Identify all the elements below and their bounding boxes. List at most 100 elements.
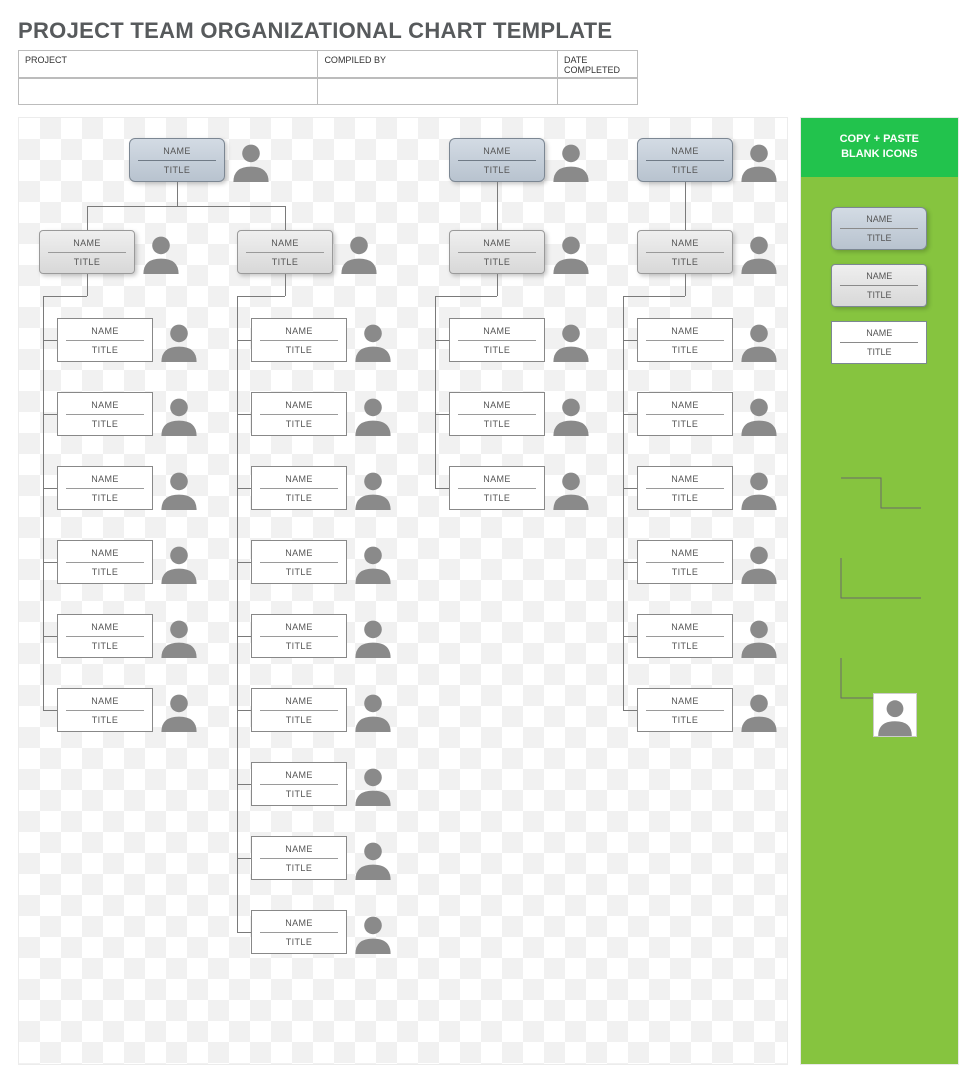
- avatar-template-icon[interactable]: [873, 693, 917, 737]
- connector-line: [685, 274, 686, 296]
- template-name: NAME: [832, 265, 926, 285]
- meta-date-value[interactable]: [558, 78, 637, 104]
- org-chart-canvas[interactable]: NAMETITLENAMETITLENAMETITLENAMETITLENAME…: [18, 117, 788, 1065]
- connector-line: [435, 296, 436, 488]
- org-node[interactable]: NAMETITLE: [251, 466, 395, 510]
- org-node[interactable]: NAMETITLE: [637, 230, 781, 274]
- connector-line: [435, 340, 449, 341]
- node-title: TITLE: [260, 710, 338, 731]
- person-icon: [157, 540, 201, 584]
- org-node[interactable]: NAMETITLE: [129, 138, 273, 182]
- org-node[interactable]: NAMETITLE: [449, 318, 593, 362]
- node-title: TITLE: [646, 414, 724, 435]
- node-name: NAME: [252, 542, 346, 562]
- connector-line: [43, 562, 57, 563]
- node-name: NAME: [252, 912, 346, 932]
- org-node[interactable]: NAMETITLE: [637, 318, 781, 362]
- node-title: TITLE: [260, 414, 338, 435]
- node-title: TITLE: [260, 488, 338, 509]
- person-icon: [737, 466, 781, 510]
- connector-line: [237, 488, 251, 489]
- node-title: TITLE: [48, 252, 126, 273]
- person-icon: [737, 540, 781, 584]
- node-name: NAME: [638, 232, 732, 252]
- org-node[interactable]: NAMETITLE: [237, 230, 381, 274]
- connector-template-icon[interactable]: [831, 468, 931, 518]
- org-node[interactable]: NAMETITLE: [637, 540, 781, 584]
- connector-line: [87, 206, 285, 207]
- org-node[interactable]: NAMETITLE: [251, 910, 395, 954]
- person-icon: [351, 614, 395, 658]
- connector-line: [43, 340, 57, 341]
- org-node[interactable]: NAMETITLE: [637, 392, 781, 436]
- org-node[interactable]: NAMETITLE: [57, 614, 201, 658]
- connector-line: [623, 710, 637, 711]
- meta-compiled-value[interactable]: [318, 78, 557, 104]
- node-title: TITLE: [646, 488, 724, 509]
- connector-line: [43, 296, 44, 710]
- org-node[interactable]: NAMETITLE: [637, 138, 781, 182]
- node-name: NAME: [638, 690, 732, 710]
- connector-line: [237, 932, 251, 933]
- person-icon: [351, 910, 395, 954]
- org-node[interactable]: NAMETITLE: [637, 614, 781, 658]
- org-node[interactable]: NAMETITLE: [57, 392, 201, 436]
- person-icon: [737, 392, 781, 436]
- org-node[interactable]: NAMETITLE: [251, 392, 395, 436]
- node-name: NAME: [638, 320, 732, 340]
- connector-template-icon[interactable]: [831, 548, 931, 608]
- meta-date-label: DATE COMPLETED: [558, 51, 637, 77]
- node-title: TITLE: [458, 340, 536, 361]
- org-node[interactable]: NAMETITLE: [449, 466, 593, 510]
- node-name: NAME: [450, 140, 544, 160]
- person-icon: [737, 688, 781, 732]
- node-name: NAME: [638, 616, 732, 636]
- org-node[interactable]: NAMETITLE: [57, 540, 201, 584]
- person-icon: [157, 466, 201, 510]
- template-card-mid[interactable]: NAME TITLE: [831, 264, 927, 307]
- page-title: PROJECT TEAM ORGANIZATIONAL CHART TEMPLA…: [18, 18, 959, 44]
- connector-line: [435, 296, 497, 297]
- org-node[interactable]: NAMETITLE: [57, 318, 201, 362]
- org-node[interactable]: NAMETITLE: [449, 392, 593, 436]
- connector-line: [43, 414, 57, 415]
- org-node[interactable]: NAMETITLE: [251, 614, 395, 658]
- connector-line: [87, 206, 88, 230]
- template-title: TITLE: [840, 228, 918, 249]
- connector-line: [623, 296, 685, 297]
- org-node[interactable]: NAMETITLE: [251, 318, 395, 362]
- node-title: TITLE: [66, 636, 144, 657]
- node-title: TITLE: [66, 488, 144, 509]
- person-icon: [337, 230, 381, 274]
- org-node[interactable]: NAMETITLE: [57, 466, 201, 510]
- connector-line: [43, 710, 57, 711]
- org-node[interactable]: NAMETITLE: [449, 230, 593, 274]
- connector-line: [43, 296, 87, 297]
- template-card-top[interactable]: NAME TITLE: [831, 207, 927, 250]
- node-title: TITLE: [66, 414, 144, 435]
- person-icon: [351, 318, 395, 362]
- org-node[interactable]: NAMETITLE: [251, 762, 395, 806]
- template-title: TITLE: [840, 342, 918, 363]
- person-icon: [549, 466, 593, 510]
- node-name: NAME: [638, 394, 732, 414]
- org-node[interactable]: NAMETITLE: [637, 688, 781, 732]
- connector-line: [237, 784, 251, 785]
- person-icon: [549, 230, 593, 274]
- node-name: NAME: [252, 690, 346, 710]
- meta-project-value[interactable]: [19, 78, 317, 104]
- template-card-leaf[interactable]: NAME TITLE: [831, 321, 927, 364]
- org-node[interactable]: NAMETITLE: [39, 230, 183, 274]
- node-title: TITLE: [646, 340, 724, 361]
- org-node[interactable]: NAMETITLE: [449, 138, 593, 182]
- org-node[interactable]: NAMETITLE: [251, 836, 395, 880]
- org-node[interactable]: NAMETITLE: [251, 688, 395, 732]
- template-title: TITLE: [840, 285, 918, 306]
- template-name: NAME: [832, 322, 926, 342]
- org-node[interactable]: NAMETITLE: [57, 688, 201, 732]
- node-title: TITLE: [260, 784, 338, 805]
- org-node[interactable]: NAMETITLE: [637, 466, 781, 510]
- org-node[interactable]: NAMETITLE: [251, 540, 395, 584]
- connector-line: [435, 414, 449, 415]
- node-title: TITLE: [458, 252, 536, 273]
